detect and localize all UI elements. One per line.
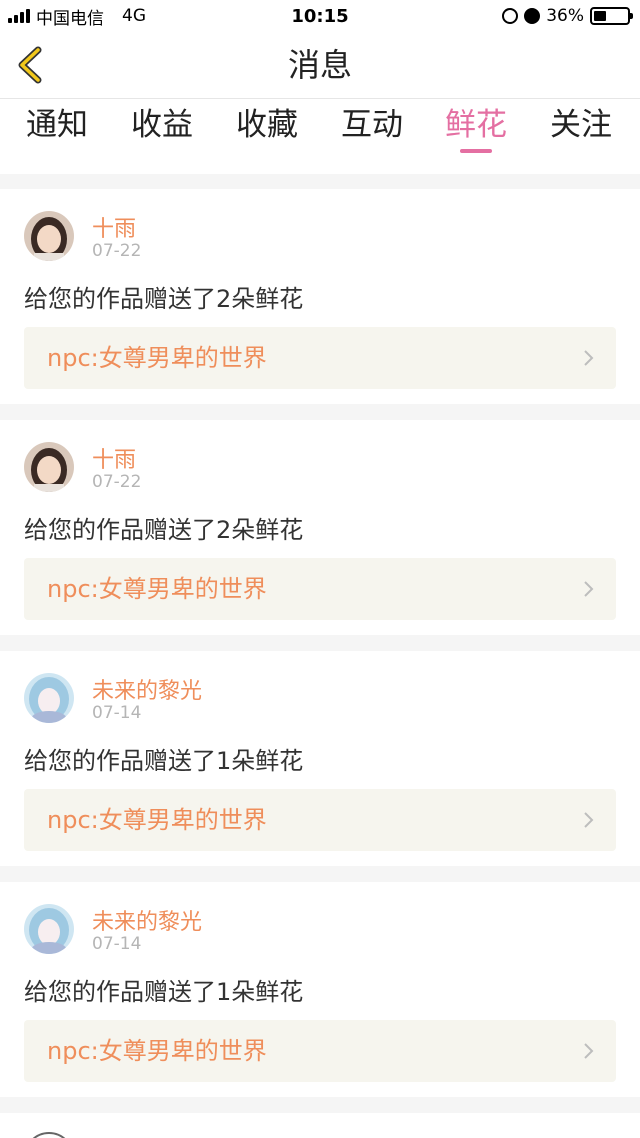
nav-bar: 消息: [0, 32, 640, 98]
chevron-right-icon: [584, 1043, 594, 1059]
avatar[interactable]: [24, 904, 74, 954]
message-date: 07-14: [92, 934, 142, 954]
battery-percent: 36%: [546, 6, 584, 26]
avatar[interactable]: [24, 673, 74, 723]
chevron-right-icon: [584, 581, 594, 597]
rotation-lock-icon: [502, 8, 519, 24]
page-title: 消息: [287, 46, 352, 84]
list-item: 未来的黎光 07-14 给您的作品赠送了1朵鲜花 npc:女尊男卑的世界: [0, 882, 640, 1097]
message-text: 给您的作品赠送了1朵鲜花: [24, 978, 304, 1006]
user-name[interactable]: 未来的黎光: [92, 904, 202, 936]
tab-flowers[interactable]: 鲜花: [431, 105, 521, 157]
work-link[interactable]: npc:女尊男卑的世界: [24, 327, 616, 389]
message-date: 07-14: [92, 703, 142, 723]
list-item-partial: [0, 1113, 640, 1138]
list-item: 十雨 07-22 给您的作品赠送了2朵鲜花 npc:女尊男卑的世界: [0, 189, 640, 404]
list-item: 未来的黎光 07-14 给您的作品赠送了1朵鲜花 npc:女尊男卑的世界: [0, 651, 640, 866]
avatar[interactable]: [24, 442, 74, 492]
status-right: 36%: [502, 0, 633, 32]
tab-earnings[interactable]: 收益: [117, 105, 207, 157]
active-tab-indicator: [460, 149, 492, 153]
avatar[interactable]: [24, 211, 74, 261]
work-title: npc:女尊男卑的世界: [47, 575, 267, 603]
chevron-left-icon[interactable]: [14, 44, 44, 86]
tab-bar: 通知 收益 收藏 互动 鲜花 关注: [0, 98, 640, 174]
user-name[interactable]: 十雨: [92, 211, 136, 243]
message-text: 给您的作品赠送了1朵鲜花: [24, 747, 304, 775]
chevron-right-icon: [584, 350, 594, 366]
message-text: 给您的作品赠送了2朵鲜花: [24, 285, 304, 313]
user-name[interactable]: 十雨: [92, 442, 136, 474]
tab-label: 收益: [131, 107, 193, 143]
tab-label: 互动: [341, 107, 403, 143]
tab-label: 关注: [550, 107, 612, 143]
message-date: 07-22: [92, 472, 142, 492]
status-bar: 中国电信 4G 10:15 36%: [0, 0, 640, 32]
tab-label: 收藏: [236, 107, 298, 143]
list-item: 十雨 07-22 给您的作品赠送了2朵鲜花 npc:女尊男卑的世界: [0, 420, 640, 635]
alarm-icon: [524, 8, 541, 24]
work-title: npc:女尊男卑的世界: [47, 1037, 267, 1065]
battery-fill: [594, 11, 606, 21]
work-link[interactable]: npc:女尊男卑的世界: [24, 1020, 616, 1082]
battery-icon: [590, 7, 633, 25]
user-name[interactable]: 未来的黎光: [92, 673, 202, 705]
tab-notifications[interactable]: 通知: [12, 105, 102, 157]
tab-follows[interactable]: 关注: [536, 105, 626, 157]
tab-label: 通知: [26, 107, 88, 143]
work-title: npc:女尊男卑的世界: [47, 344, 267, 372]
tab-label: 鲜花: [445, 107, 507, 143]
work-link[interactable]: npc:女尊男卑的世界: [24, 789, 616, 851]
message-date: 07-22: [92, 241, 142, 261]
tab-interactions[interactable]: 互动: [327, 105, 417, 157]
work-link[interactable]: npc:女尊男卑的世界: [24, 558, 616, 620]
avatar[interactable]: [24, 1132, 74, 1138]
tab-favorites[interactable]: 收藏: [222, 105, 312, 157]
message-text: 给您的作品赠送了2朵鲜花: [24, 516, 304, 544]
chevron-right-icon: [584, 812, 594, 828]
work-title: npc:女尊男卑的世界: [47, 806, 267, 834]
